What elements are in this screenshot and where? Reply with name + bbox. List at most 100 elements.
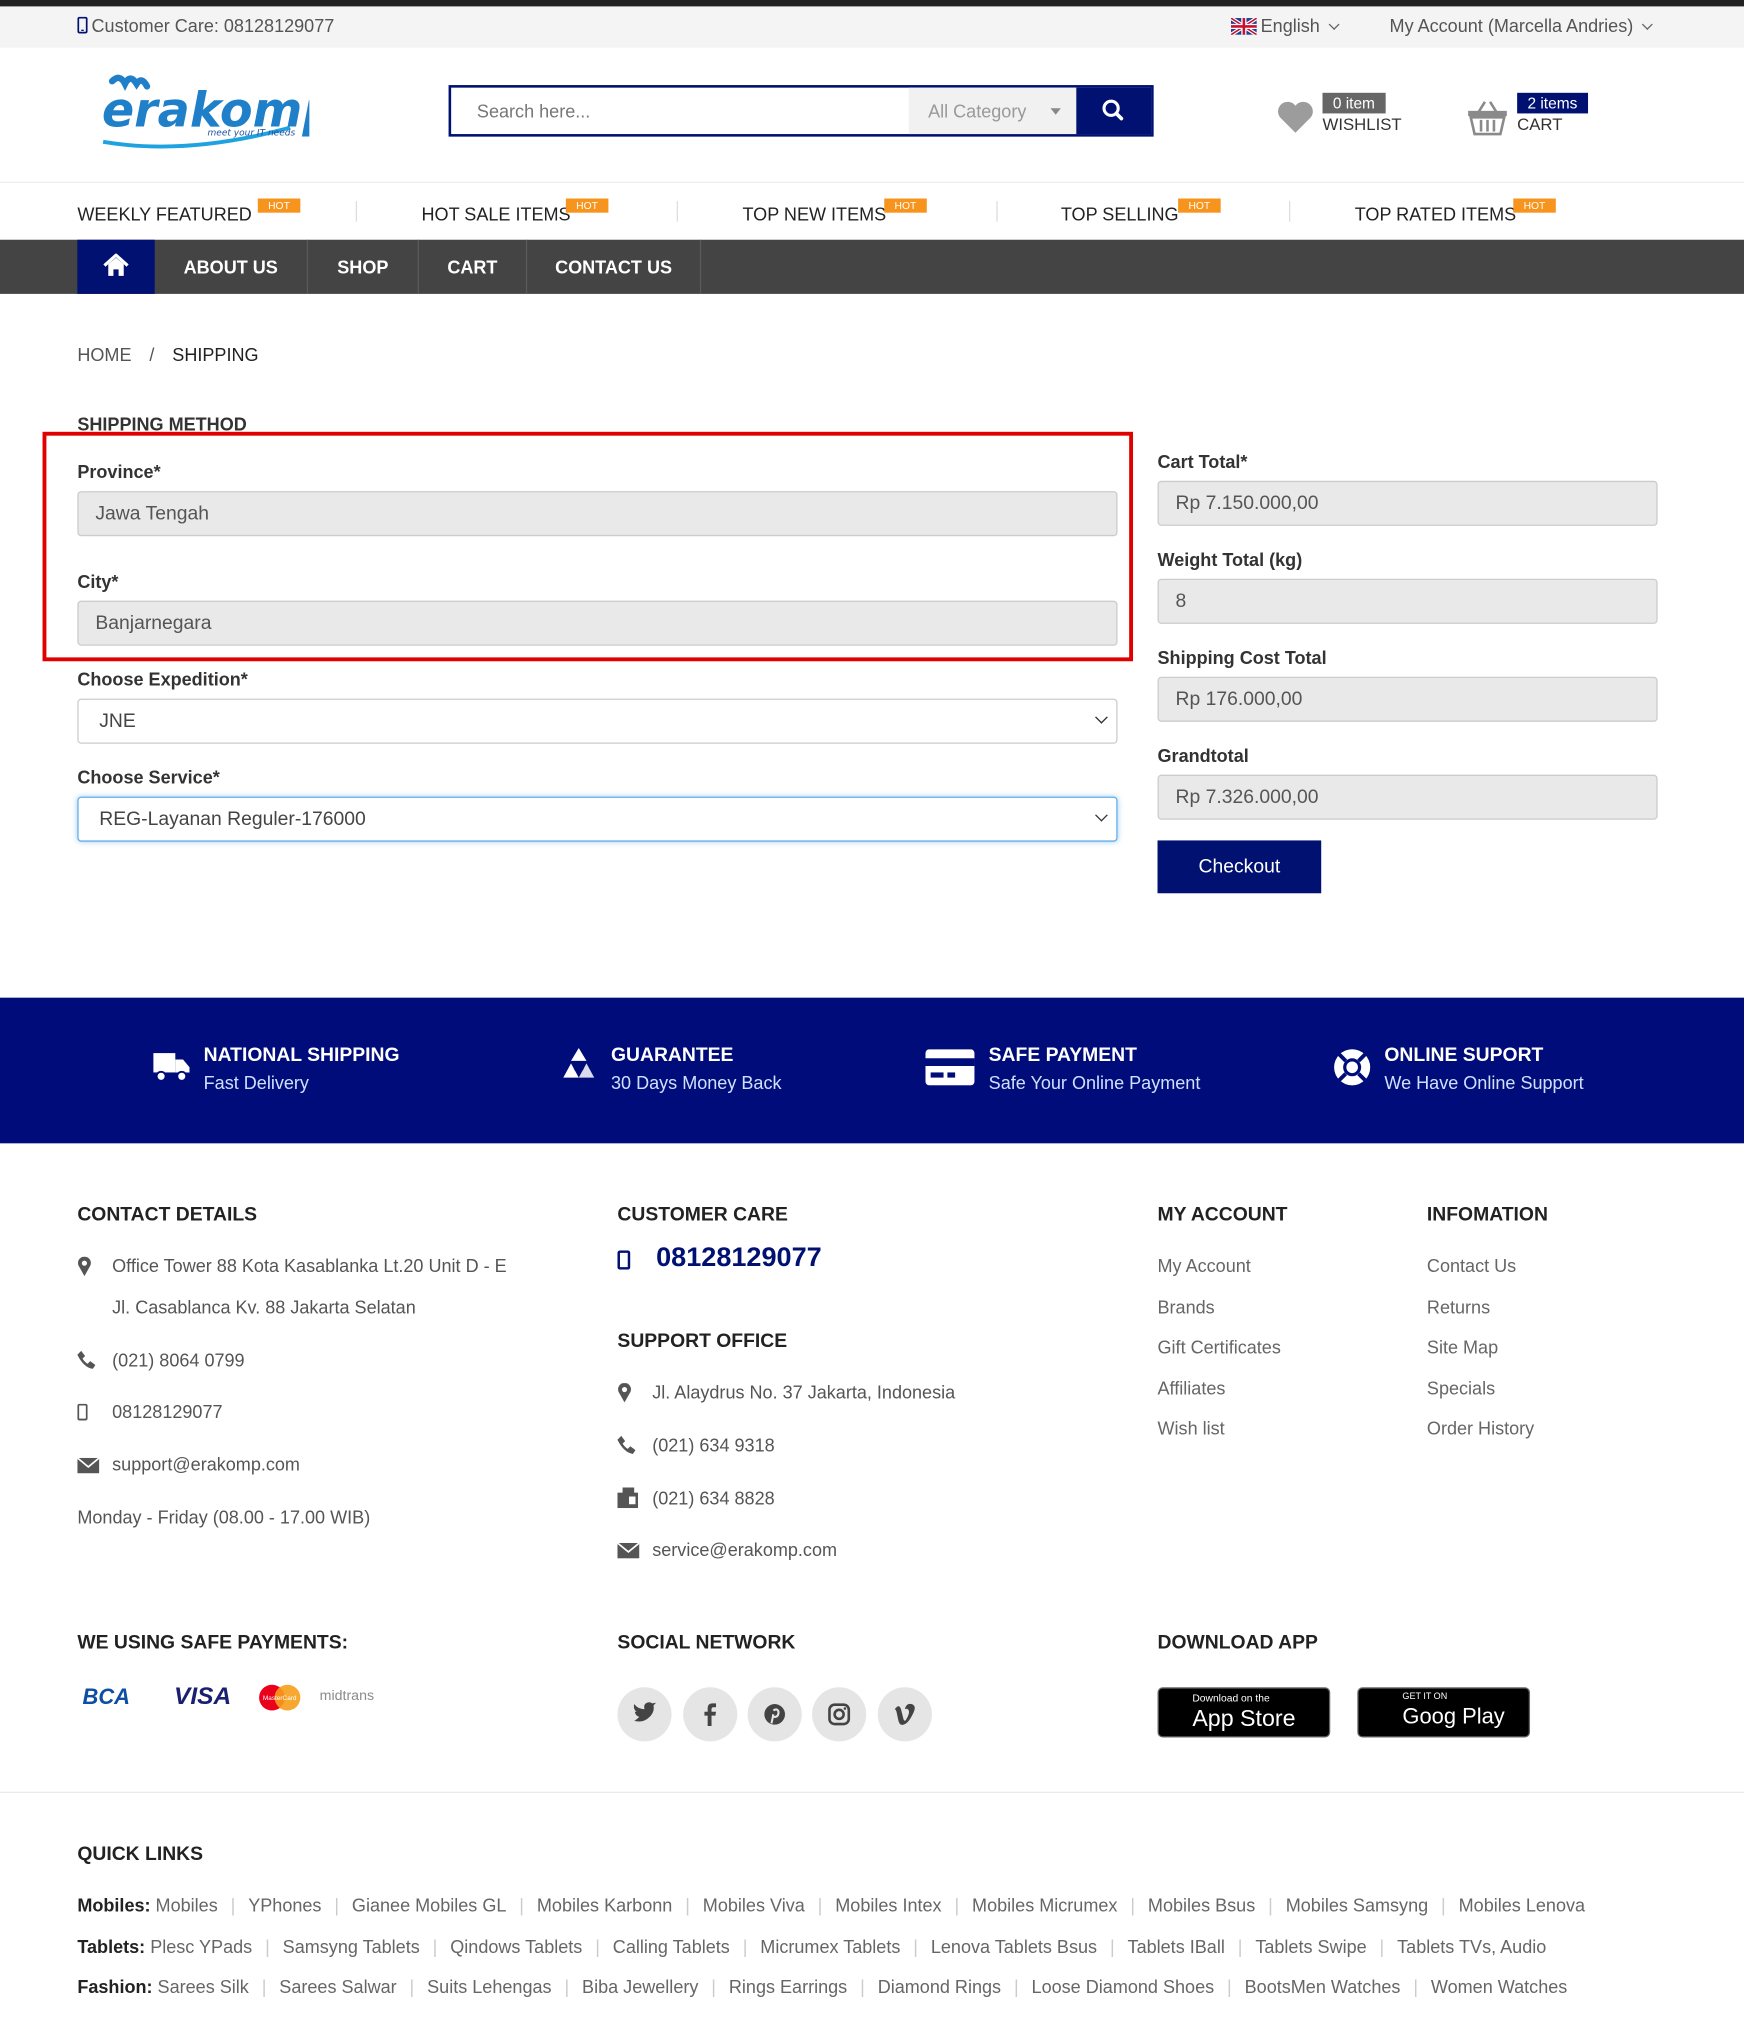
support-email[interactable]: support@erakomp.com [112,1454,300,1475]
quick-link[interactable]: Calling Tablets [613,1936,730,1957]
service-email[interactable]: service@erakomp.com [652,1539,837,1560]
quick-link[interactable]: Sarees Salwar [279,1976,396,1997]
support-fax: (021) 634 8828 [652,1487,775,1509]
pinterest-icon [764,1704,785,1725]
link-separator: | [432,1936,438,1957]
nav-about-us[interactable]: ABOUT US [155,239,309,294]
quick-link[interactable]: BootsMen Watches [1245,1976,1401,1997]
feature-subtitle: Fast Delivery [203,1072,309,1094]
search-button[interactable] [1076,87,1152,135]
province-field: Jawa Tengah [77,491,1118,537]
checkout-button[interactable]: Checkout [1157,840,1322,894]
footer-link-order-history[interactable]: Order History [1427,1418,1534,1439]
footer-link-contact-us[interactable]: Contact Us [1427,1255,1516,1276]
quick-link[interactable]: Qindows Tablets [450,1936,582,1957]
link-separator: | [1268,1894,1273,1916]
quick-link[interactable]: Plesc YPads [150,1936,252,1957]
quick-link[interactable]: Gianee Mobiles GL [352,1895,506,1916]
vimeo-button[interactable] [877,1687,932,1742]
featured-weekly[interactable]: WEEKLY FEATURED HOT [77,198,301,224]
featured-top-selling[interactable]: TOP SELLING HOT [1061,198,1221,224]
city-label: City* [77,571,119,592]
quick-link[interactable]: Mobiles Karbonn [537,1895,672,1916]
quick-link[interactable]: Mobiles Bsus [1148,1895,1255,1916]
province-label: Province* [77,461,161,483]
featured-top-rated[interactable]: TOP RATED ITEMS HOT [1355,198,1556,224]
quick-link[interactable]: Rings Earrings [729,1976,847,1997]
quick-link[interactable]: Mobiles Intex [835,1895,941,1916]
quick-link[interactable]: Loose Diamond Shoes [1032,1976,1215,1997]
footer-link-returns[interactable]: Returns [1427,1297,1490,1318]
twitter-button[interactable] [617,1687,672,1742]
facebook-button[interactable] [683,1687,738,1742]
feature-subtitle: Safe Your Online Payment [988,1072,1201,1094]
quick-link[interactable]: Mobiles Lenova [1459,1895,1585,1916]
quick-link[interactable]: Lenova Tablets Bsus [931,1936,1097,1957]
feature-title: ONLINE SUPORT [1384,1044,1544,1066]
quick-link[interactable]: Tablets IBall [1128,1936,1225,1957]
category-select[interactable]: All Category [908,87,1077,135]
nav-shop[interactable]: SHOP [308,239,419,294]
credit-card-icon [925,1049,975,1086]
featured-top-new[interactable]: TOP NEW ITEMS HOT [742,198,927,224]
quick-link[interactable]: YPhones [248,1895,321,1916]
featured-hot-sale[interactable]: HOT SALE ITEMS HOT [421,198,609,224]
expedition-select[interactable]: JNE [77,698,1118,744]
pinterest-button[interactable] [747,1687,802,1742]
quick-link[interactable]: Suits Lehengas [427,1976,551,1997]
quick-link[interactable]: Micrumex Tablets [760,1936,900,1957]
language-selector[interactable]: English [1229,15,1340,37]
home-icon [103,253,129,276]
breadcrumb-home[interactable]: HOME [77,344,131,365]
facebook-icon [704,1703,717,1726]
footer-link-gift-certificates[interactable]: Gift Certificates [1158,1337,1281,1358]
footer-link-site-map[interactable]: Site Map [1427,1337,1498,1358]
footer-link-wish-list[interactable]: Wish list [1158,1418,1225,1439]
mobile-number: 08128129077 [112,1401,223,1422]
footer-link-brands[interactable]: Brands [1158,1297,1215,1318]
quick-link[interactable]: Sarees Silk [158,1976,249,1997]
quick-link[interactable]: Women Watches [1431,1976,1567,1997]
shipping-cost-label: Shipping Cost Total [1157,647,1327,668]
recycle-icon [563,1047,595,1078]
home-button[interactable] [77,239,155,294]
customer-care-phone[interactable]: 08128129077 [656,1243,822,1274]
footer-link-affiliates[interactable]: Affiliates [1158,1378,1226,1399]
quick-links-category: Mobiles: [77,1894,156,1916]
link-separator: | [409,1976,415,1997]
top-bar: Customer Care: 08128129077 English My Ac… [0,6,1744,48]
quick-link[interactable]: Mobiles Micrumex [972,1895,1117,1916]
footer-link-specials[interactable]: Specials [1427,1378,1495,1399]
midtrans-logo: midtrans [319,1688,375,1705]
cart-button[interactable]: 2 items CART [1467,92,1609,145]
my-account-title: MY ACCOUNT [1157,1203,1288,1226]
search-icon [1102,99,1124,121]
app-store-button[interactable]: Download on the App Store [1157,1687,1331,1738]
nav-cart[interactable]: CART [419,239,528,294]
google-play-button[interactable]: GET IT ON Goog Play [1357,1687,1531,1738]
twitter-icon [633,1702,657,1722]
quick-link[interactable]: Mobiles Samsyng [1286,1895,1428,1916]
quick-links-category: Fashion: [77,1976,158,1997]
phone-icon [617,1435,636,1454]
quick-link[interactable]: Tablets Swipe [1255,1936,1366,1957]
search-input[interactable]: Search here... [477,101,590,122]
account-menu[interactable]: My Account (Marcella Andries) [1390,15,1653,36]
nav-contact-us[interactable]: CONTACT US [527,239,702,294]
quick-link[interactable]: Samsyng Tablets [283,1936,420,1957]
footer-link-my-account[interactable]: My Account [1158,1255,1251,1276]
quick-link[interactable]: Mobiles [156,1895,218,1916]
instagram-button[interactable] [812,1687,867,1742]
bca-logo: BCA [82,1684,130,1710]
quick-link[interactable]: Diamond Rings [878,1976,1001,1997]
quick-link[interactable]: Tablets TVs, Audio [1397,1936,1546,1957]
quick-links-category: Tablets: [77,1936,151,1957]
logo[interactable]: erakomp meet your IT needs [97,71,336,155]
wishlist-button[interactable]: 0 item WISHLIST [1276,92,1418,145]
quick-link[interactable]: Biba Jewellery [582,1976,698,1997]
main-nav: ABOUT US SHOP CART CONTACT US [0,239,1744,294]
service-select[interactable]: REG-Layanan Reguler-176000 [77,796,1118,842]
cart-count: 2 items [1517,92,1588,114]
quick-link[interactable]: Mobiles Viva [703,1895,805,1916]
quick-links-row: Tablets: Plesc YPads | Samsyng Tablets | Qin… [77,1936,1546,1957]
